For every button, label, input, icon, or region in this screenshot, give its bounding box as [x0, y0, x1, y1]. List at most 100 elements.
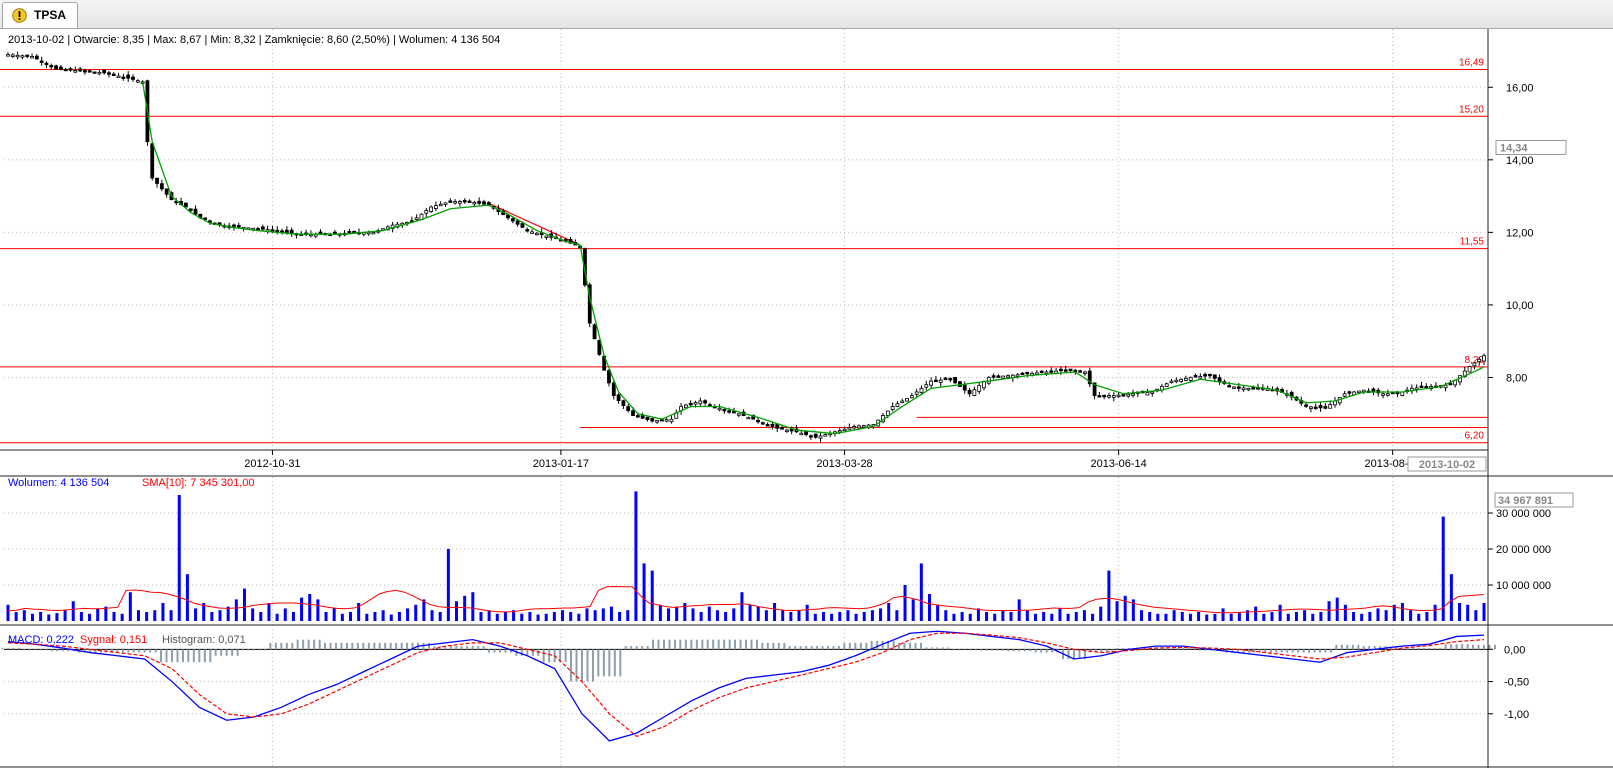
volume-bar — [1368, 612, 1372, 621]
histogram-bar — [274, 642, 277, 650]
candle-body — [111, 73, 116, 76]
histogram-bar — [1450, 644, 1453, 650]
histogram-bar — [7, 648, 9, 650]
volume-bar — [251, 608, 255, 621]
volume-bar — [1164, 613, 1168, 621]
histogram-bar — [1351, 644, 1354, 650]
histogram-bar — [482, 646, 485, 650]
candle-body — [1381, 393, 1385, 396]
volume-bar — [1148, 612, 1152, 621]
volume-bar — [846, 610, 850, 621]
volume-bar — [1311, 613, 1315, 621]
histogram-bar — [1051, 649, 1054, 653]
candle-body — [49, 65, 54, 68]
candle-body — [193, 208, 198, 215]
candle-body — [289, 229, 294, 234]
candle-body — [1097, 395, 1102, 398]
candle-body — [275, 229, 280, 233]
candle-body — [1174, 379, 1179, 383]
warning-icon — [12, 8, 27, 23]
histogram-bar — [488, 649, 490, 653]
histogram-bar — [1187, 648, 1190, 650]
histogram-bar — [679, 639, 682, 650]
candle-body — [438, 203, 443, 207]
tab-tpsa[interactable]: TPSA — [2, 2, 78, 28]
volume-bar — [797, 610, 801, 621]
candle-body — [1126, 393, 1131, 397]
volume-bar — [1066, 613, 1070, 621]
histogram-bar — [351, 642, 354, 650]
histogram-bar — [1198, 649, 1201, 651]
histogram-bar — [958, 649, 961, 651]
volume-bar — [324, 612, 328, 621]
volume-cursor-label: 34 967 891 — [1498, 495, 1553, 507]
volume-bar — [944, 610, 948, 621]
histogram-bar — [373, 642, 376, 650]
signal-legend: Sygnał: 0,151 — [80, 634, 147, 646]
histogram-bar — [668, 639, 671, 650]
volume-bar — [177, 495, 181, 621]
histogram-bar — [728, 639, 731, 650]
histogram-bar — [1078, 649, 1081, 659]
candle-body — [1121, 394, 1126, 397]
candle-body — [1078, 370, 1083, 373]
volume-bar — [397, 612, 401, 621]
candle-body — [482, 201, 486, 205]
histogram-bar — [39, 649, 42, 651]
histogram-bar — [1455, 644, 1458, 650]
histogram-bar — [160, 649, 162, 663]
histogram-bar — [493, 649, 496, 653]
histogram-bar — [991, 649, 993, 651]
candle-body — [732, 411, 736, 414]
volume-bar — [1449, 574, 1453, 621]
histogram-bar — [969, 649, 972, 651]
histogram-bar — [34, 649, 37, 651]
histogram-bar — [734, 639, 736, 650]
histogram-bar — [1357, 644, 1360, 650]
histogram-bar — [471, 646, 474, 650]
info-bar: 2013-10-02 | Otwarcie: 8,35 | Max: 8,67 … — [8, 34, 500, 46]
candle-body — [544, 235, 549, 238]
histogram-bar — [346, 642, 348, 650]
candle-body — [804, 431, 808, 435]
histogram-bar — [1018, 649, 1021, 652]
histogram-bar — [1324, 649, 1327, 653]
volume-bar — [813, 613, 817, 621]
histogram-bar — [329, 642, 332, 650]
histogram-bar — [356, 642, 359, 650]
volume-bar — [626, 610, 630, 621]
volume-bar — [830, 613, 834, 621]
date-tick-label: 2013-01-17 — [533, 458, 589, 470]
histogram-bar — [291, 642, 294, 650]
volume-bar — [1001, 610, 1005, 621]
histogram-bar — [367, 642, 370, 650]
chart-area[interactable]: 16,4915,2011,558,296,20 16,0014,0012,001… — [0, 29, 1613, 768]
candle-body — [760, 422, 765, 425]
candle-body — [6, 54, 10, 57]
histogram-bar — [253, 649, 255, 651]
candle-body — [429, 206, 433, 212]
candle-body — [688, 402, 693, 406]
histogram-bar — [1286, 649, 1289, 653]
histogram-bar — [756, 639, 758, 650]
volume-bar — [234, 599, 238, 621]
volume-bar — [381, 610, 385, 621]
candle-body — [645, 416, 650, 421]
macd-tick-label: -0,50 — [1504, 677, 1529, 689]
histogram-bar — [630, 646, 633, 650]
volume-bar — [1123, 595, 1127, 621]
histogram-bar — [313, 639, 316, 650]
histogram-bar — [1428, 648, 1431, 650]
histogram-bar — [400, 642, 403, 650]
candle-body — [722, 408, 727, 412]
candle-body — [592, 324, 597, 340]
volume-bar — [1082, 610, 1086, 621]
volume-bar — [275, 613, 279, 621]
candle-body — [520, 223, 525, 228]
histogram-bar — [1477, 644, 1480, 650]
volume-bar — [463, 595, 467, 621]
histogram-bar — [783, 642, 786, 650]
volume-bar — [1074, 612, 1078, 621]
volume-bar — [1458, 603, 1462, 621]
histogram-bar — [777, 642, 780, 650]
